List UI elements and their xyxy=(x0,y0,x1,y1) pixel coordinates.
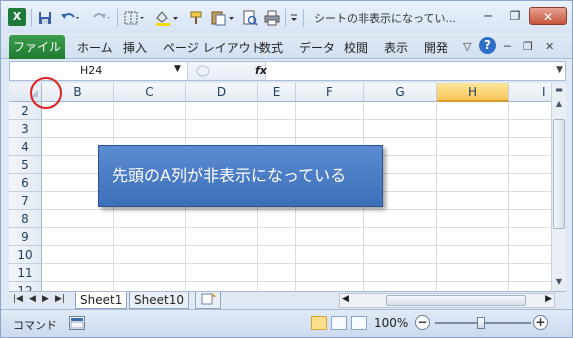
tab-home[interactable]: ホーム xyxy=(77,39,113,56)
grip-icon xyxy=(196,65,210,77)
close-button[interactable]: ✕ xyxy=(529,7,567,25)
normal-view-icon[interactable] xyxy=(311,316,327,330)
minimize-button[interactable]: ─ xyxy=(475,7,501,25)
column-header-e[interactable]: E xyxy=(258,83,296,102)
column-header-i[interactable]: I xyxy=(509,83,551,102)
scroll-thumb[interactable] xyxy=(553,119,565,229)
next-sheet-icon[interactable]: ▶ xyxy=(42,294,49,304)
sheet-tabs-bar: |◀ ◀ ▶ ▶| Sheet1 Sheet10 ◀ ▶ xyxy=(9,291,566,309)
gridline xyxy=(42,245,551,246)
row-header[interactable]: 3 xyxy=(9,120,42,138)
print-icon[interactable] xyxy=(263,9,281,27)
tab-page-layout[interactable]: ページ レイアウト xyxy=(163,39,263,56)
tab-formulas[interactable]: 数式 xyxy=(259,39,283,56)
horizontal-scrollbar[interactable]: ◀ ▶ xyxy=(339,293,555,308)
column-header-c[interactable]: C xyxy=(114,83,186,102)
window-title: シートの非表示になってい... xyxy=(314,12,456,25)
scroll-up-icon[interactable]: ▲ xyxy=(552,97,566,111)
row-header[interactable]: 11 xyxy=(9,264,42,282)
prev-sheet-icon[interactable]: ◀ xyxy=(29,294,36,304)
gridline xyxy=(42,227,551,228)
print-preview-icon[interactable] xyxy=(241,9,259,27)
customize-icon[interactable] xyxy=(288,9,300,27)
vertical-scrollbar[interactable]: ▬ ▲ ▼ xyxy=(551,83,566,291)
column-header-d[interactable]: D xyxy=(186,83,258,102)
row-header[interactable]: 5 xyxy=(9,156,42,174)
row-header[interactable]: 12 xyxy=(9,282,42,291)
gridline xyxy=(42,281,551,282)
restore-button[interactable]: ❐ xyxy=(502,7,528,25)
separator xyxy=(303,9,304,27)
format-painter-icon[interactable] xyxy=(188,9,206,27)
scroll-left-icon[interactable]: ◀ xyxy=(342,294,349,304)
zoom-in-button[interactable]: + xyxy=(533,315,548,330)
zoom-slider-thumb[interactable] xyxy=(477,317,485,329)
annotation-callout: 先頭のA列が非表示になっている xyxy=(98,145,383,207)
zoom-out-button[interactable]: − xyxy=(415,315,430,330)
separator xyxy=(117,9,118,27)
ribbon-tabs: ファイル ホーム 挿入 ページ レイアウト 数式 データ 校閲 表示 開発 ▽ … xyxy=(1,33,572,59)
scroll-right-icon[interactable]: ▶ xyxy=(545,294,552,304)
fill-color-icon[interactable] xyxy=(153,9,181,27)
chevron-down-icon[interactable]: ▼ xyxy=(174,64,181,74)
tab-file[interactable]: ファイル xyxy=(9,35,65,59)
separator xyxy=(31,9,32,27)
gridline xyxy=(42,119,551,120)
save-icon[interactable] xyxy=(37,9,53,27)
column-header-f[interactable]: F xyxy=(296,83,364,102)
gridline xyxy=(42,263,551,264)
status-mode: コマンド xyxy=(13,319,57,332)
formula-bar: H24 ▼ fx ▼ xyxy=(9,61,566,81)
sheet-tab-sheet10[interactable]: Sheet10 xyxy=(129,292,189,309)
undo-icon[interactable] xyxy=(58,9,82,27)
excel-window: X シートの非表示になってい... ─ ❐ ✕ ファイル ホーム 挿入 ページ … xyxy=(0,0,573,338)
tab-view[interactable]: 表示 xyxy=(384,39,408,56)
split-box-icon[interactable]: ▬ xyxy=(552,83,566,97)
zoom-level[interactable]: 100% xyxy=(374,316,408,330)
workbook-minimize-icon[interactable]: ─ xyxy=(504,40,511,53)
gridline xyxy=(42,209,551,210)
gridline xyxy=(508,102,509,291)
row-header[interactable]: 8 xyxy=(9,210,42,228)
last-sheet-icon[interactable]: ▶| xyxy=(55,294,65,304)
workbook-close-icon[interactable]: ✕ xyxy=(545,40,554,53)
expand-formula-icon[interactable]: ▼ xyxy=(556,65,563,75)
highlight-circle xyxy=(30,77,62,109)
title-bar: X シートの非表示になってい... ─ ❐ ✕ xyxy=(1,1,572,33)
macro-record-icon[interactable] xyxy=(69,316,85,330)
page-break-view-icon[interactable] xyxy=(351,316,367,330)
row-header[interactable]: 7 xyxy=(9,192,42,210)
page-layout-view-icon[interactable] xyxy=(331,316,347,330)
tab-data[interactable]: データ xyxy=(299,39,335,56)
column-header-h[interactable]: H xyxy=(437,83,509,102)
redo-icon[interactable] xyxy=(89,9,113,27)
horizontal-scroll-thumb[interactable] xyxy=(386,295,526,306)
insert-function-button[interactable]: fx xyxy=(255,64,267,77)
row-header[interactable]: 4 xyxy=(9,138,42,156)
name-box-value: H24 xyxy=(80,64,103,77)
help-icon[interactable]: ? xyxy=(479,37,496,54)
tab-developer[interactable]: 開発 xyxy=(424,39,448,56)
tab-review[interactable]: 校閲 xyxy=(344,39,368,56)
ribbon-collapse-icon[interactable]: ▽ xyxy=(463,40,471,53)
excel-logo-icon[interactable]: X xyxy=(8,8,26,26)
separator xyxy=(285,9,286,27)
workbook-restore-icon[interactable]: ❐ xyxy=(523,40,533,53)
formula-buttons: fx xyxy=(188,62,267,80)
gridline xyxy=(436,102,437,291)
row-header[interactable]: 6 xyxy=(9,174,42,192)
row-header[interactable]: 9 xyxy=(9,228,42,246)
name-box[interactable]: H24 ▼ xyxy=(10,62,188,80)
status-bar: コマンド 100% − + xyxy=(1,309,572,337)
sheet-tab-sheet1[interactable]: Sheet1 xyxy=(75,292,128,309)
insert-sheet-icon[interactable] xyxy=(195,292,221,309)
row-header[interactable]: 10 xyxy=(9,246,42,264)
gridline xyxy=(42,137,551,138)
borders-icon[interactable] xyxy=(122,9,148,27)
scroll-down-icon[interactable]: ▼ xyxy=(552,275,566,289)
paste-special-icon[interactable] xyxy=(209,9,237,27)
first-sheet-icon[interactable]: |◀ xyxy=(13,294,23,304)
tab-insert[interactable]: 挿入 xyxy=(123,39,147,56)
column-header-g[interactable]: G xyxy=(364,83,437,102)
